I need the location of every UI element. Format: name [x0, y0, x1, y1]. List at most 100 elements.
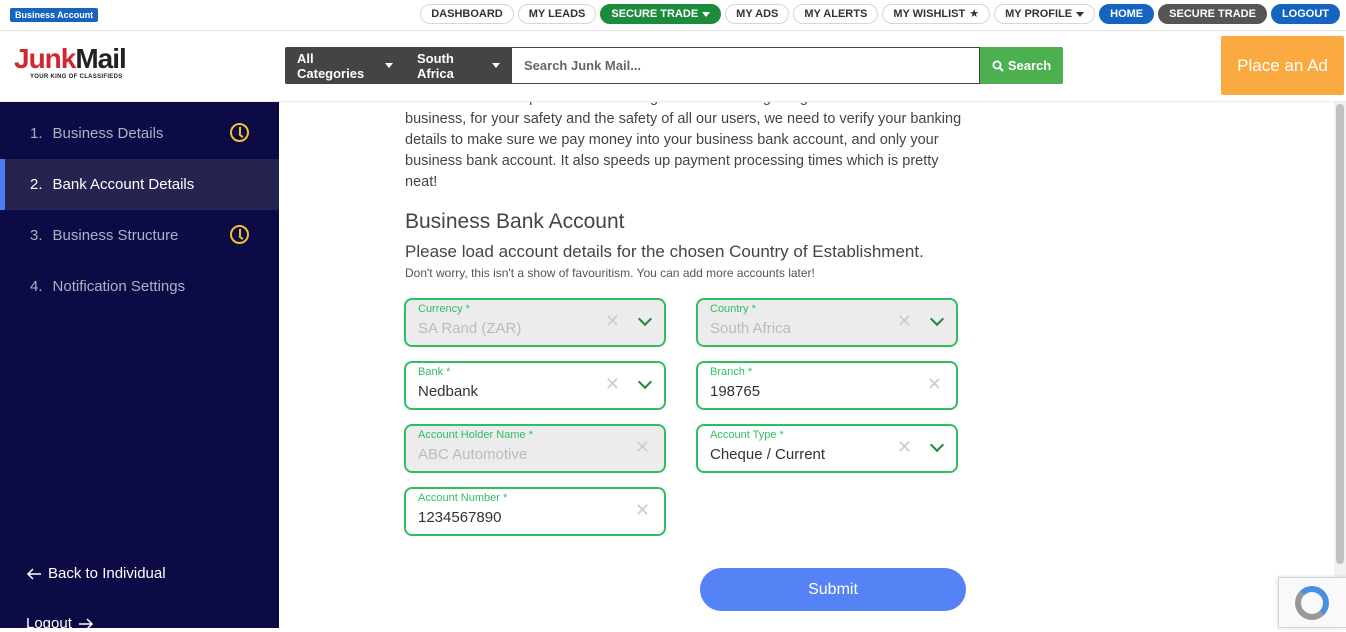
section-title: Business Bank Account: [405, 210, 625, 233]
nav-logout[interactable]: LOGOUT: [1270, 4, 1340, 24]
place-an-ad-button[interactable]: Place an Ad: [1221, 36, 1344, 95]
scrollbar-thumb[interactable]: [1336, 104, 1344, 564]
nav-label: MY WISHLIST: [893, 8, 966, 20]
clear-icon[interactable]: ✕: [605, 374, 620, 394]
region-dropdown[interactable]: South Africa: [405, 47, 512, 84]
chevron-down-icon[interactable]: [929, 311, 945, 327]
search-input[interactable]: Search Junk Mail...: [512, 47, 980, 84]
clear-icon[interactable]: ✕: [897, 311, 912, 331]
field-value: 198765: [710, 383, 761, 400]
clock-icon: [230, 225, 249, 244]
caret-down-icon: [385, 63, 393, 68]
onboarding-sidebar: 1. Business Details 2. Bank Account Deta…: [0, 102, 279, 632]
nav-label: HOME: [1110, 8, 1144, 20]
sidebar-item-notification-settings[interactable]: 4. Notification Settings: [0, 261, 279, 312]
clear-icon[interactable]: ✕: [927, 374, 942, 394]
recaptcha-badge[interactable]: [1278, 577, 1346, 628]
nav-label: SECURE TRADE: [611, 8, 699, 20]
nav-my-wishlist[interactable]: MY WISHLIST ★: [882, 4, 991, 24]
field-value: South Africa: [710, 320, 791, 337]
chevron-down-icon[interactable]: [929, 437, 945, 453]
field-label: Account Number *: [418, 492, 508, 504]
field-label: Currency *: [418, 303, 470, 315]
sidebar-item-label: Business Structure: [52, 227, 179, 244]
clear-icon[interactable]: ✕: [635, 437, 650, 457]
account-number-field[interactable]: Account Number * 1234567890 ✕: [404, 487, 666, 536]
search-button[interactable]: Search: [980, 47, 1063, 84]
sidebar-item-bank-account-details[interactable]: 2. Bank Account Details: [0, 159, 279, 210]
nav-secure-trade-dropdown[interactable]: SECURE TRADE: [600, 4, 722, 24]
nav-label: SECURE TRADE: [1169, 8, 1256, 20]
sidebar-item-business-details[interactable]: 1. Business Details: [0, 108, 279, 159]
nav-my-ads[interactable]: MY ADS: [725, 4, 790, 24]
account-holder-field[interactable]: Account Holder Name * ABC Automotive ✕: [404, 424, 666, 473]
nav-my-leads[interactable]: MY LEADS: [517, 4, 597, 24]
chevron-down-icon[interactable]: [637, 311, 653, 327]
step-number: 1.: [30, 125, 43, 142]
field-value: 1234567890: [418, 509, 502, 526]
logo-part-junk: Junk: [14, 43, 76, 74]
country-select[interactable]: Country * South Africa ✕: [696, 298, 958, 347]
top-nav: DASHBOARD MY LEADS SECURE TRADE MY ADS M…: [420, 4, 1340, 24]
caret-down-icon: [492, 63, 500, 68]
clear-icon[interactable]: ✕: [605, 311, 620, 331]
nav-my-alerts[interactable]: MY ALERTS: [793, 4, 879, 24]
category-dropdown-label: All Categories: [297, 50, 365, 81]
submit-button[interactable]: Submit: [700, 568, 966, 611]
back-link-label: Back to Individual: [48, 565, 166, 582]
currency-select[interactable]: Currency * SA Rand (ZAR) ✕: [404, 298, 666, 347]
nav-my-profile-dropdown[interactable]: MY PROFILE: [994, 4, 1096, 24]
business-account-badge[interactable]: Business Account: [10, 8, 99, 22]
section-subtitle: Please load account details for the chos…: [405, 242, 924, 261]
logo-part-mail: Mail: [75, 43, 126, 74]
clear-icon[interactable]: ✕: [635, 500, 650, 520]
section-note: Don't worry, this isn't a show of favour…: [405, 266, 815, 280]
step-number: 3.: [30, 227, 43, 244]
junkmail-logo[interactable]: JunkMail YOUR KING OF CLASSIFIEDS: [14, 43, 127, 81]
field-label: Account Holder Name *: [418, 429, 533, 441]
nav-label: DASHBOARD: [431, 8, 503, 20]
recaptcha-icon: [1295, 586, 1329, 620]
chevron-down-icon[interactable]: [637, 374, 653, 390]
nav-label: MY LEADS: [528, 8, 586, 20]
logout-link-label: Logout: [26, 615, 72, 632]
caret-down-icon: [702, 11, 711, 17]
search-bar: All Categories South Africa Search Junk …: [285, 47, 1063, 84]
search-button-label: Search: [1007, 58, 1052, 73]
field-value: ABC Automotive: [418, 446, 528, 463]
field-value: Nedbank: [418, 383, 479, 400]
field-label: Branch *: [710, 366, 753, 378]
category-dropdown[interactable]: All Categories: [285, 47, 405, 84]
logo-wordmark: JunkMail: [14, 43, 127, 74]
region-dropdown-label: South Africa: [417, 50, 454, 81]
arrow-left-icon: [26, 567, 41, 580]
sidebar-item-business-structure[interactable]: 3. Business Structure: [0, 210, 279, 261]
search-icon: [992, 60, 1004, 72]
back-to-individual-link[interactable]: Back to Individual: [26, 565, 166, 582]
branch-field[interactable]: Branch * 198765 ✕: [696, 361, 958, 410]
field-value: Cheque / Current: [710, 446, 826, 463]
logout-link[interactable]: Logout: [26, 615, 94, 632]
caret-down-icon: [1076, 11, 1085, 17]
nav-secure-trade[interactable]: SECURE TRADE: [1158, 4, 1267, 24]
step-number: 2.: [30, 176, 43, 193]
account-type-select[interactable]: Account Type * Cheque / Current ✕: [696, 424, 958, 473]
main-content: our commitment to protect our users agai…: [279, 102, 1334, 628]
step-number: 4.: [30, 278, 43, 295]
intro-paragraph: our commitment to protect our users agai…: [405, 102, 962, 190]
nav-label: LOGOUT: [1281, 8, 1329, 20]
clock-icon: [230, 123, 249, 142]
sidebar-item-label: Business Details: [52, 125, 164, 142]
nav-label: MY ALERTS: [804, 8, 868, 20]
site-header: JunkMail YOUR KING OF CLASSIFIEDS All Ca…: [0, 31, 1346, 102]
top-utility-bar: Business Account DASHBOARD MY LEADS SECU…: [0, 0, 1346, 31]
clear-icon[interactable]: ✕: [897, 437, 912, 457]
field-label: Account Type *: [710, 429, 784, 441]
nav-label: MY ADS: [736, 8, 779, 20]
field-value: SA Rand (ZAR): [418, 320, 522, 337]
bank-select[interactable]: Bank * Nedbank ✕: [404, 361, 666, 410]
star-icon: ★: [969, 8, 980, 20]
nav-dashboard[interactable]: DASHBOARD: [420, 4, 514, 24]
nav-home[interactable]: HOME: [1099, 4, 1155, 24]
sidebar-item-label: Bank Account Details: [52, 176, 195, 193]
